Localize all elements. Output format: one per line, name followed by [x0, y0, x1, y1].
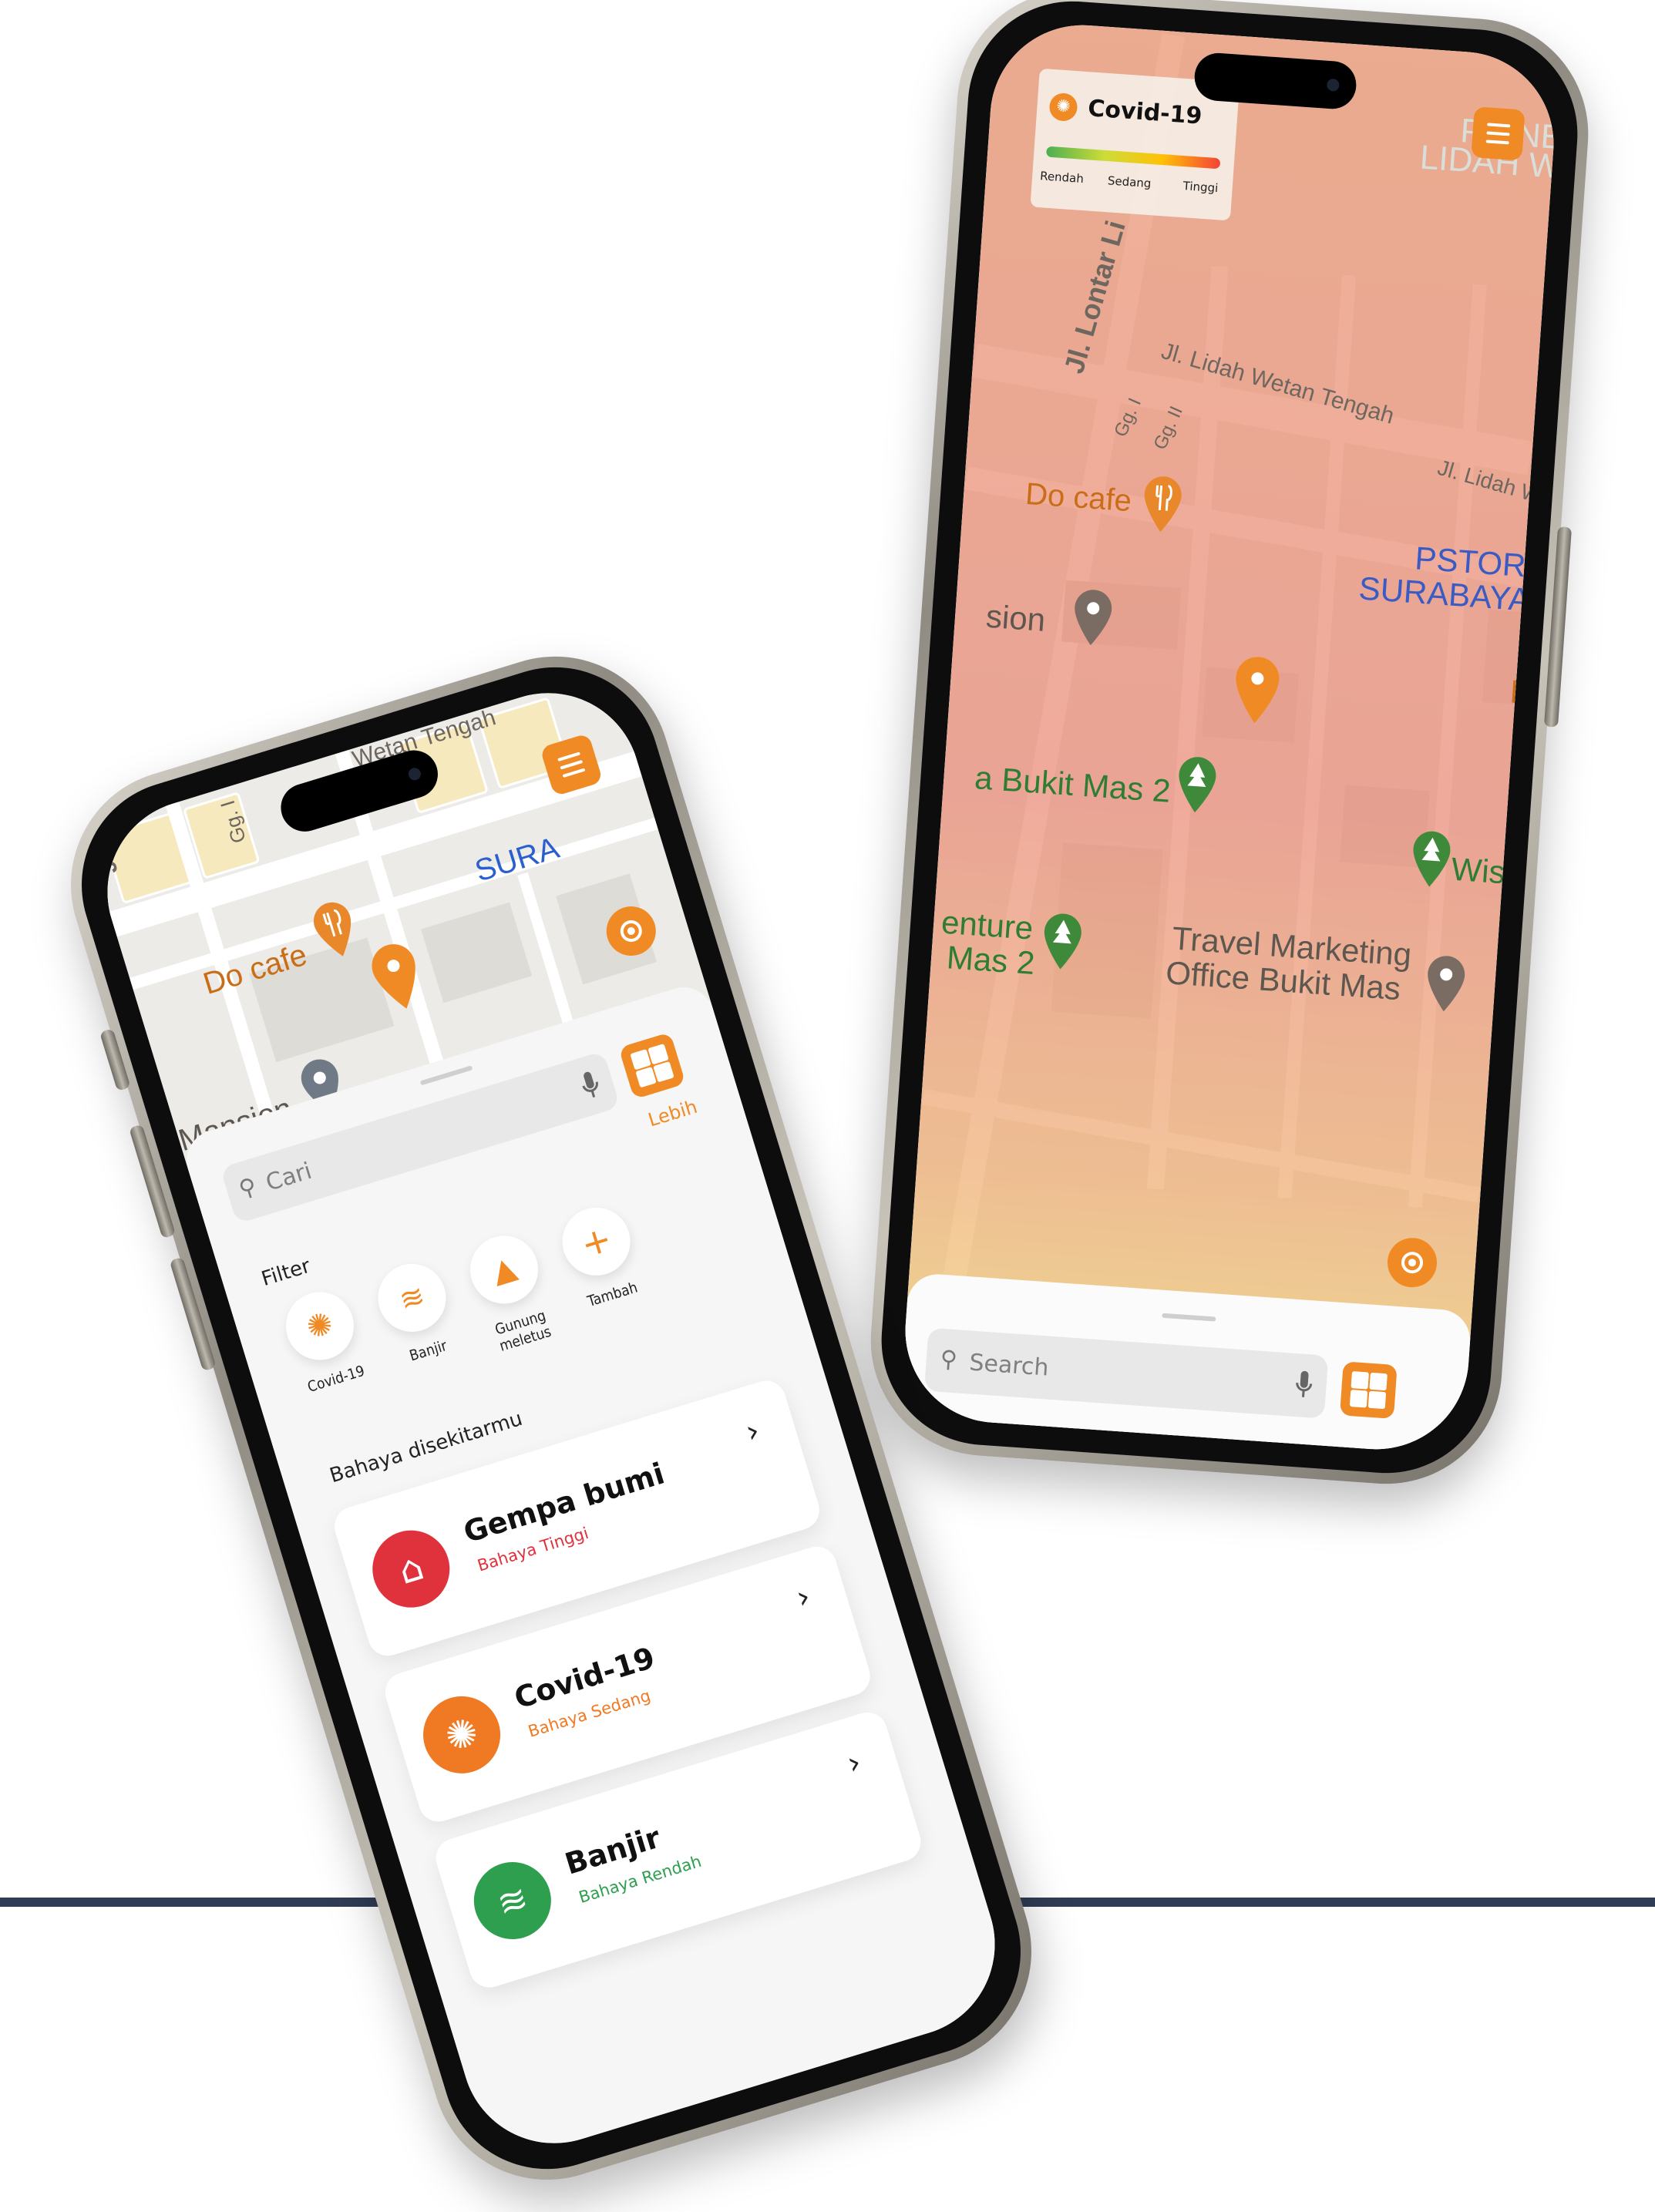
- filter-chip-volcano[interactable]: ▲: [462, 1227, 547, 1313]
- legend-high-label: Tinggi: [1182, 179, 1219, 196]
- right-phone-mockup: P UNESA LIDAH WETA Jl. Lontar Li Jl. Lid…: [863, 0, 1596, 1492]
- chevron-right-icon: ›: [843, 1744, 866, 1782]
- earthquake-icon: ⌂: [362, 1521, 459, 1618]
- park-pin-icon-3[interactable]: [1038, 911, 1085, 973]
- heatmap-map[interactable]: P UNESA LIDAH WETA Jl. Lontar Li Jl. Lid…: [899, 18, 1560, 1456]
- search-icon: ⚲: [235, 1172, 261, 1204]
- user-location-pin-icon[interactable]: [1229, 654, 1283, 726]
- restaurant-pin-icon[interactable]: [1139, 473, 1186, 535]
- place-label-do-cafe: Do cafe: [1024, 476, 1133, 519]
- place-label-venture-mas: Mas 2: [945, 939, 1036, 982]
- grid-icon[interactable]: [1339, 1361, 1398, 1420]
- legend-gradient-bar: [1045, 146, 1221, 170]
- more-link[interactable]: Lebih: [646, 1096, 700, 1131]
- place-pin-icon[interactable]: [1069, 587, 1116, 648]
- left-phone-screen: Jl. Gg. I Wetan Tengah Do cafe SURA Mans…: [84, 670, 1018, 2167]
- phone-side-button: [1543, 526, 1573, 728]
- covid-heat-overlay: [899, 18, 1560, 1456]
- chevron-right-icon: ›: [792, 1578, 815, 1616]
- mic-icon[interactable]: [1294, 1369, 1314, 1400]
- filter-chip-flood[interactable]: ≋: [369, 1256, 455, 1340]
- legend-medium-label: Sedang: [1107, 173, 1152, 191]
- place-label-mansion: sion: [984, 597, 1047, 638]
- locate-icon[interactable]: [1385, 1236, 1439, 1289]
- right-phone-screen: P UNESA LIDAH WETA Jl. Lontar Li Jl. Lid…: [899, 18, 1560, 1456]
- filter-chip-covid[interactable]: ✺: [278, 1283, 362, 1369]
- filter-heading: Filter: [258, 1254, 314, 1292]
- chevron-right-icon: ›: [742, 1412, 764, 1451]
- filter-chip-add[interactable]: +: [553, 1198, 639, 1284]
- search-placeholder: Cari: [262, 1157, 315, 1197]
- search-placeholder: Search: [968, 1349, 1050, 1382]
- search-input[interactable]: ⚲ Search: [923, 1327, 1329, 1419]
- search-icon: ⚲: [939, 1345, 958, 1374]
- grid-icon[interactable]: [618, 1032, 686, 1100]
- park-pin-icon-2[interactable]: [1408, 829, 1455, 890]
- hamburger-menu-icon[interactable]: [1471, 106, 1525, 161]
- place-label-wisata: Wisat: [1450, 850, 1534, 893]
- plus-icon: +: [576, 1217, 617, 1266]
- sheet-drag-handle[interactable]: [1162, 1313, 1216, 1322]
- legend-low-label: Rendah: [1039, 169, 1085, 187]
- flood-icon: ≋: [395, 1278, 429, 1318]
- virus-icon: ✺: [1048, 92, 1078, 123]
- place-pin-icon-2[interactable]: [1422, 953, 1469, 1014]
- sheet-drag-handle[interactable]: [419, 1065, 473, 1086]
- volcano-icon: ▲: [487, 1249, 521, 1290]
- virus-icon: ✺: [302, 1305, 338, 1347]
- legend-title: Covid-19: [1087, 95, 1203, 130]
- flood-icon: ≋: [464, 1852, 561, 1949]
- mic-icon[interactable]: [578, 1068, 604, 1103]
- place-label-surabaya: SURA: [471, 830, 563, 889]
- park-pin-icon[interactable]: [1173, 754, 1220, 815]
- virus-icon: ✺: [413, 1686, 510, 1783]
